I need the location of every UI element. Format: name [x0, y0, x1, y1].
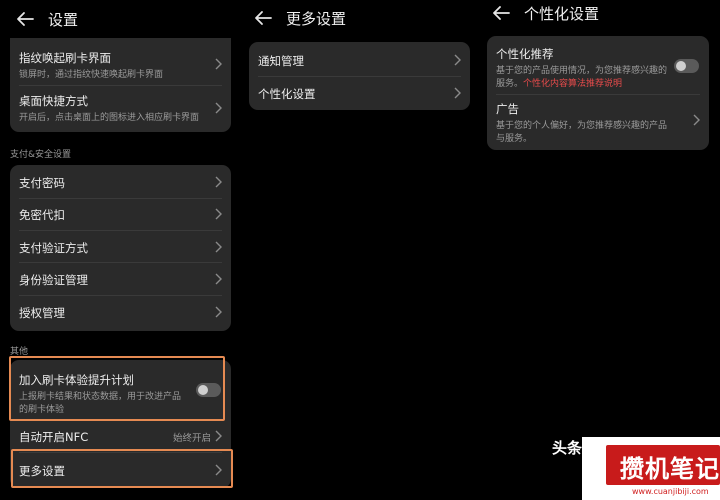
fingerprint-wake-item[interactable]: 指纹唤起刷卡界面 锁屏时，通过指纹快速唤起刷卡界面: [10, 38, 231, 85]
shortcut-card: 指纹唤起刷卡界面 锁屏时，通过指纹快速唤起刷卡界面 桌面快捷方式 开启后，点击桌…: [10, 38, 231, 132]
item-subtitle: 基于您的产品使用情况，为您推荐感兴趣的服务。个性化内容算法推荐说明: [496, 65, 667, 90]
desktop-shortcut-item[interactable]: 桌面快捷方式 开启后，点击桌面上的图标进入相应刷卡界面: [10, 85, 231, 132]
personalized-recommend-toggle[interactable]: [674, 59, 699, 73]
personalization-card: 个性化推荐 基于您的产品使用情况，为您推荐感兴趣的服务。个性化内容算法推荐说明 …: [487, 36, 709, 150]
settings-panel: 设置 指纹唤起刷卡界面 锁屏时，通过指纹快速唤起刷卡界面 桌面快捷方式 开启后，…: [0, 0, 240, 500]
identity-manage-item[interactable]: 身份验证管理: [10, 262, 231, 295]
item-title: 通知管理: [258, 54, 304, 68]
item-title: 广告: [496, 102, 519, 116]
watermark-url: www.cuanjibiji.com: [632, 487, 709, 496]
chevron-right-icon: [213, 305, 223, 319]
nfc-status-value: 始终开启: [172, 433, 211, 444]
back-arrow-icon[interactable]: [490, 2, 512, 24]
item-title: 支付验证方式: [19, 241, 88, 255]
auto-nfc-item[interactable]: 自动开启NFC 始终开启: [10, 420, 231, 452]
chevron-right-icon: [213, 240, 223, 254]
chevron-right-icon: [213, 429, 223, 443]
chevron-right-icon: [691, 113, 701, 127]
item-title: 支付密码: [19, 176, 65, 190]
chevron-right-icon: [213, 272, 223, 286]
ads-item[interactable]: 广告 基于您的个人偏好，为您推荐感兴趣的产品与服务。: [487, 94, 709, 150]
chevron-right-icon: [213, 175, 223, 189]
back-arrow-icon[interactable]: [14, 8, 36, 30]
highlight-box-more: [11, 449, 233, 488]
authorization-manage-item[interactable]: 授权管理: [10, 295, 231, 331]
chevron-right-icon: [213, 207, 223, 221]
item-title: 桌面快捷方式: [19, 94, 88, 108]
personalization-settings-item[interactable]: 个性化设置: [249, 76, 470, 110]
chevron-right-icon: [213, 101, 223, 115]
settings-header: 设置: [14, 8, 78, 30]
item-title: 指纹唤起刷卡界面: [19, 51, 111, 65]
more-settings-header: 更多设置: [252, 7, 346, 29]
personalized-recommend-item[interactable]: 个性化推荐 基于您的产品使用情况，为您推荐感兴趣的服务。个性化内容算法推荐说明: [487, 36, 709, 92]
highlight-box-join: [9, 356, 225, 421]
item-title: 个性化推荐: [496, 47, 554, 61]
personalization-panel: 个性化设置 个性化推荐 基于您的产品使用情况，为您推荐感兴趣的服务。个性化内容算…: [480, 0, 720, 500]
section-label-payment: 支付&安全设置: [10, 150, 72, 160]
item-title: 身份验证管理: [19, 273, 88, 287]
item-title: 自动开启NFC: [19, 430, 89, 444]
personalization-header: 个性化设置: [490, 2, 599, 24]
chevron-right-icon: [213, 57, 223, 71]
watermark-prefix: 头条: [552, 439, 583, 457]
item-subtitle: 锁屏时，通过指纹快速唤起刷卡界面: [19, 70, 164, 80]
item-subtitle: 开启后，点击桌面上的图标进入相应刷卡界面: [19, 113, 200, 123]
page-title: 设置: [48, 10, 79, 29]
item-title: 免密代扣: [19, 208, 65, 222]
chevron-right-icon: [452, 86, 462, 100]
page-title: 更多设置: [286, 9, 347, 28]
item-subtitle: 基于您的个人偏好，为您推荐感兴趣的产品与服务。: [496, 121, 668, 144]
watermark: 头条 攒机笔记 www.cuanjibiji.com: [552, 437, 720, 500]
page-title: 个性化设置: [524, 4, 600, 23]
notification-manage-item[interactable]: 通知管理: [249, 42, 470, 76]
watermark-logo-text: 攒机笔记: [620, 455, 720, 483]
auto-debit-item[interactable]: 免密代扣: [10, 198, 231, 230]
payment-verify-item[interactable]: 支付验证方式: [10, 230, 231, 262]
item-title: 个性化设置: [258, 87, 316, 101]
more-settings-card: 通知管理 个性化设置: [249, 42, 470, 110]
payment-password-item[interactable]: 支付密码: [10, 165, 231, 198]
item-title: 授权管理: [19, 306, 65, 320]
payment-card: 支付密码 免密代扣 支付验证方式 身份验证管理 授权管理: [10, 165, 231, 331]
algorithm-explanation-link[interactable]: 个性化内容算法推荐说明: [523, 79, 622, 89]
more-settings-panel: 更多设置 通知管理 个性化设置: [240, 0, 480, 500]
chevron-right-icon: [452, 53, 462, 67]
watermark-logo-badge: 攒机笔记: [606, 445, 720, 485]
back-arrow-icon[interactable]: [252, 7, 274, 29]
